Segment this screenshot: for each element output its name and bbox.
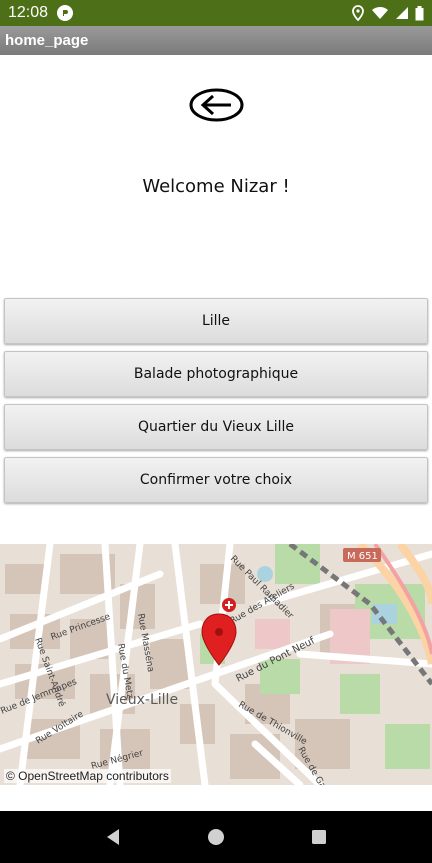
nav-recents-button[interactable] <box>299 817 339 857</box>
back-triangle-icon <box>107 829 120 845</box>
road-badge: M 651 <box>347 551 378 562</box>
app-notification-icon <box>57 5 74 21</box>
recents-square-icon <box>311 830 326 844</box>
map-view[interactable]: Vieux-Lille Rue Princesse Rue Saint-Andr… <box>0 544 432 785</box>
map-attribution[interactable]: © OpenStreetMap contributors <box>4 769 171 783</box>
navigation-bar <box>0 811 432 863</box>
nav-home-button[interactable] <box>196 817 236 857</box>
map-tiles: Vieux-Lille Rue Princesse Rue Saint-Andr… <box>0 544 432 785</box>
lille-button[interactable]: Lille <box>4 298 428 344</box>
quartier-vieux-lille-button[interactable]: Quartier du Vieux Lille <box>4 404 428 450</box>
welcome-text: Welcome Nizar ! <box>142 176 290 197</box>
balade-photographique-button[interactable]: Balade photographique <box>4 351 428 397</box>
back-button[interactable] <box>189 88 244 122</box>
signal-icon <box>396 7 408 19</box>
status-time: 12:08 <box>8 4 49 21</box>
back-arrow-icon <box>189 88 244 122</box>
location-icon <box>352 5 364 21</box>
wifi-icon <box>372 6 388 19</box>
home-circle-icon <box>207 829 224 845</box>
battery-icon <box>415 5 424 20</box>
title-bar: home_page <box>0 26 432 55</box>
map-district-label: Vieux-Lille <box>106 692 178 708</box>
nav-back-button[interactable] <box>93 817 133 857</box>
status-bar: 12:08 <box>0 0 432 26</box>
page-title: home_page <box>5 32 89 49</box>
confirm-choice-button[interactable]: Confirmer votre choix <box>4 457 428 503</box>
